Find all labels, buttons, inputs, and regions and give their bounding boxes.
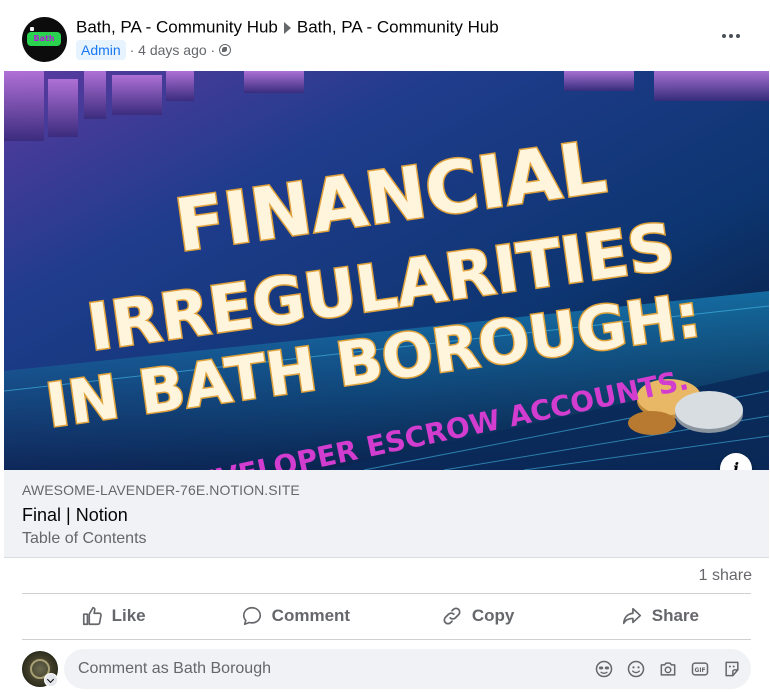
comment-placeholder: Comment as Bath Borough [78, 660, 271, 677]
comment-button[interactable]: Comment [204, 596, 386, 636]
like-button[interactable]: Like [22, 596, 204, 636]
chevron-down-icon[interactable] [44, 673, 58, 687]
more-options-button[interactable] [712, 22, 750, 50]
post-title-line: Bath, PA - Community Hub Bath, PA - Commu… [76, 16, 499, 39]
link-domain: AWESOME-LAVENDER-76E.NOTION.SITE [22, 482, 300, 498]
avatar-sticker-icon[interactable] [593, 658, 615, 680]
thumbs-up-icon [82, 606, 102, 626]
share-arrow-icon [622, 607, 641, 625]
link-preview-image[interactable]: FINANCIAL IRREGULARITIES IN BATH BOROUGH… [4, 71, 769, 470]
camera-icon[interactable] [657, 658, 679, 680]
svg-text:GIF: GIF [695, 668, 706, 674]
post-actions: Like Comment Copy Share [22, 596, 751, 636]
comment-label: Comment [271, 606, 351, 625]
group-name-link-secondary[interactable]: Bath, PA - Community Hub [297, 18, 499, 37]
share-count[interactable]: 1 share [699, 566, 752, 586]
sticker-icon[interactable] [721, 658, 743, 680]
like-label: Like [111, 606, 146, 625]
share-label: Share [651, 606, 699, 625]
link-preview[interactable]: AWESOME-LAVENDER-76E.NOTION.SITE Final |… [4, 470, 769, 558]
admin-badge[interactable]: Admin [76, 40, 126, 60]
post-card: Bath PA Bath, PA - Community HubBath, PA… [0, 0, 770, 692]
caret-right-icon [283, 21, 291, 34]
comment-bubble-icon [242, 606, 261, 626]
copy-link-button[interactable]: Copy [387, 596, 569, 636]
meta-separator-2: · [210, 42, 216, 58]
post-header: Bath PA Bath, PA - Community HubBath, PA… [0, 0, 770, 70]
link-description: Table of Contents [22, 530, 147, 547]
avatar-logo-text: Bath PA [27, 32, 61, 46]
divider-top [22, 593, 751, 594]
link-title: Final | Notion [22, 505, 128, 525]
link-chain-icon [443, 607, 461, 625]
share-button[interactable]: Share [569, 596, 751, 636]
meta-separator: · [129, 42, 135, 58]
group-name-link[interactable]: Bath, PA - Community Hub [76, 18, 278, 37]
divider-bottom [22, 639, 751, 640]
copy-label: Copy [471, 606, 515, 625]
more-options-icon [722, 34, 726, 38]
globe-icon [219, 44, 232, 56]
group-avatar[interactable]: Bath PA [22, 17, 67, 62]
comment-input[interactable]: Comment as Bath Borough GIF [64, 649, 751, 689]
avatar-dot [30, 27, 34, 31]
comment-tools: GIF [593, 658, 743, 680]
gif-icon[interactable]: GIF [689, 658, 711, 680]
post-timestamp[interactable]: 4 days ago [138, 42, 207, 58]
emoji-icon[interactable] [625, 658, 647, 680]
post-meta: Admin · 4 days ago · [76, 40, 232, 60]
hero-artwork: FINANCIAL IRREGULARITIES IN BATH BOROUGH… [4, 71, 769, 470]
